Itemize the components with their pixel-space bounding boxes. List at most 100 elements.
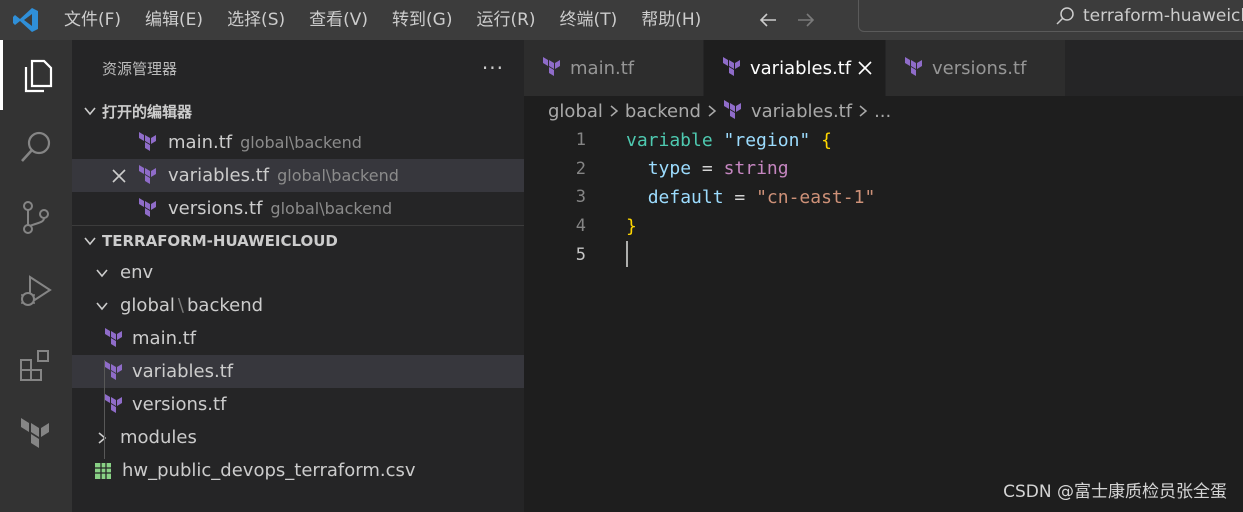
- extensions-icon[interactable]: [0, 330, 72, 400]
- file-label: hw_public_devops_terraform.csv: [122, 460, 416, 481]
- menu-selection[interactable]: 选择(S): [215, 0, 297, 40]
- watermark: CSDN @富士康质检员张全蛋: [1003, 482, 1227, 502]
- tab-versions[interactable]: versions.tf: [886, 40, 1066, 96]
- attribute-token: default: [647, 186, 724, 208]
- chevron-down-icon: [80, 234, 100, 248]
- indent-guide: [104, 360, 105, 459]
- terraform-file-icon: [723, 100, 745, 122]
- back-arrow-icon[interactable]: [757, 9, 779, 31]
- workspace-header[interactable]: TERRAFORM-HUAWEICLOUD: [72, 226, 524, 256]
- open-editor-item[interactable]: versions.tf global\backend: [72, 192, 524, 225]
- code-line: 4 }: [524, 212, 1243, 241]
- breadcrumb-backend[interactable]: backend: [625, 101, 701, 122]
- title-bar: 文件(F) 编辑(E) 选择(S) 查看(V) 转到(G) 运行(R) 终端(T…: [0, 0, 1243, 40]
- terraform-file-icon: [722, 57, 744, 79]
- terraform-file-icon: [542, 57, 564, 79]
- string-value-token: "cn-east-1": [756, 186, 876, 208]
- path-separator: \: [177, 295, 184, 316]
- tab-main[interactable]: main.tf: [524, 40, 704, 96]
- chevron-down-icon: [80, 104, 100, 118]
- menu-edit[interactable]: 编辑(E): [133, 0, 215, 40]
- terraform-file-icon: [104, 327, 126, 350]
- forward-arrow-icon[interactable]: [795, 9, 817, 31]
- menu-file[interactable]: 文件(F): [52, 0, 133, 40]
- chevron-right-icon: [609, 104, 619, 118]
- file-label: main.tf: [132, 328, 197, 349]
- breadcrumb-symbol[interactable]: ...: [874, 101, 891, 122]
- search-icon: [1055, 6, 1075, 26]
- code-editor[interactable]: 1 variable "region" { 2 type = string 3 …: [524, 126, 1243, 269]
- string-token: "region": [723, 129, 811, 151]
- brace-token: {: [821, 129, 832, 151]
- menu-terminal[interactable]: 终端(T): [548, 0, 630, 40]
- tab-variables[interactable]: variables.tf: [704, 40, 886, 96]
- tree-file-variables[interactable]: variables.tf: [72, 355, 524, 388]
- chevron-down-icon: [94, 265, 110, 281]
- explorer-icon[interactable]: [0, 40, 72, 110]
- run-debug-icon[interactable]: [0, 256, 72, 326]
- menu-view[interactable]: 查看(V): [297, 0, 380, 40]
- breadcrumb-global[interactable]: global: [548, 101, 603, 122]
- line-number: 1: [575, 130, 586, 151]
- menu-run[interactable]: 运行(R): [464, 0, 547, 40]
- menu-help[interactable]: 帮助(H): [629, 0, 713, 40]
- open-editor-path: global\backend: [240, 133, 362, 152]
- folder-label: global \ backend: [120, 295, 263, 316]
- terraform-activity-icon[interactable]: [0, 400, 72, 470]
- more-actions-button[interactable]: ···: [482, 56, 504, 80]
- tree-file-csv[interactable]: hw_public_devops_terraform.csv: [72, 454, 524, 487]
- text-cursor: [626, 241, 628, 268]
- tree-file-main[interactable]: main.tf: [72, 322, 524, 355]
- source-control-icon[interactable]: [0, 182, 72, 252]
- tab-label: variables.tf: [750, 57, 852, 79]
- terraform-file-icon: [138, 164, 162, 187]
- menu-bar: 文件(F) 编辑(E) 选择(S) 查看(V) 转到(G) 运行(R) 终端(T…: [52, 0, 713, 40]
- open-editor-item[interactable]: variables.tf global\backend: [72, 159, 524, 192]
- line-number: 2: [575, 158, 586, 179]
- keyword-token: variable: [626, 129, 713, 151]
- terraform-file-icon: [904, 57, 926, 79]
- search-text: terraform-huaweiclo: [1083, 5, 1243, 26]
- tree-folder-global-backend[interactable]: global \ backend: [72, 289, 524, 322]
- open-editor-name: variables.tf: [168, 165, 270, 186]
- code-line: 1 variable "region" {: [524, 126, 1243, 155]
- operator-token: =: [701, 158, 713, 180]
- open-editor-name: versions.tf: [168, 198, 263, 219]
- command-center-search[interactable]: terraform-huaweiclo: [858, 0, 1243, 32]
- search-activity-icon[interactable]: [0, 112, 72, 182]
- breadcrumb: global backend variables.tf ...: [524, 96, 1243, 126]
- sidebar-header: 资源管理器 ···: [72, 40, 524, 96]
- tree-folder-env[interactable]: env: [72, 256, 524, 289]
- breadcrumb-file[interactable]: variables.tf: [751, 101, 852, 122]
- terraform-file-icon: [104, 360, 126, 383]
- brace-token: }: [626, 215, 637, 237]
- open-editor-item[interactable]: main.tf global\backend: [72, 126, 524, 159]
- open-editor-name: main.tf: [168, 132, 233, 153]
- tree-folder-modules[interactable]: modules: [72, 421, 524, 454]
- type-token: string: [723, 158, 789, 180]
- line-number: 3: [575, 187, 586, 208]
- close-icon[interactable]: [855, 58, 875, 78]
- tab-label: versions.tf: [932, 57, 1027, 79]
- chevron-right-icon: [94, 430, 110, 446]
- folder-label: modules: [120, 427, 197, 448]
- editor-area: main.tf variables.tf versions.tf global …: [524, 40, 1243, 512]
- chevron-right-icon: [858, 104, 868, 118]
- terraform-file-icon: [104, 393, 126, 416]
- workspace-title: TERRAFORM-HUAWEICLOUD: [102, 232, 338, 250]
- activity-bar: [0, 40, 72, 512]
- explorer-sidebar: 资源管理器 ··· 打开的编辑器 main.tf global\backend …: [72, 40, 524, 512]
- chevron-right-icon: [707, 104, 717, 118]
- editor-tabs: main.tf variables.tf versions.tf: [524, 40, 1243, 96]
- code-line: 3 default = "cn-east-1": [524, 183, 1243, 212]
- file-label: variables.tf: [132, 361, 234, 382]
- sidebar-title: 资源管理器: [102, 59, 178, 78]
- open-editor-path: global\backend: [270, 199, 393, 218]
- line-number: 5: [575, 244, 586, 265]
- menu-go[interactable]: 转到(G): [380, 0, 464, 40]
- folder-backend-label: backend: [186, 295, 264, 316]
- tree-file-versions[interactable]: versions.tf: [72, 388, 524, 421]
- close-icon[interactable]: [110, 167, 128, 185]
- open-editors-title: 打开的编辑器: [102, 102, 193, 121]
- open-editors-header[interactable]: 打开的编辑器: [72, 96, 524, 126]
